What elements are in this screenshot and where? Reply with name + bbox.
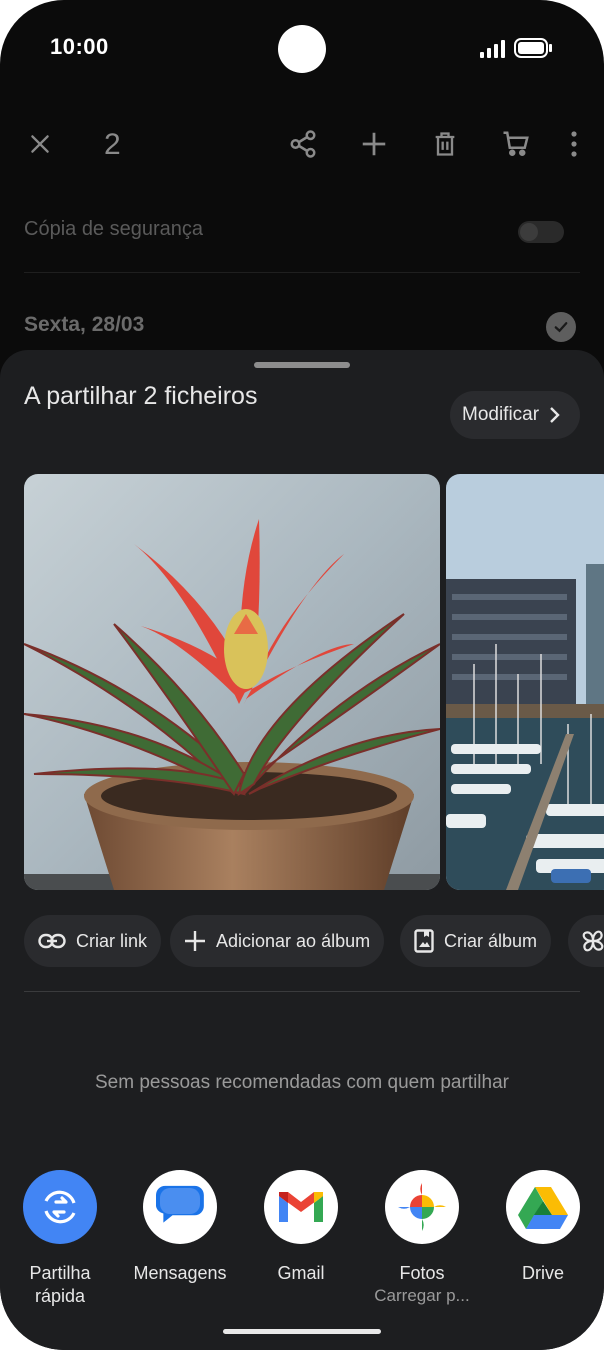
app-drive[interactable]: Drive <box>483 1170 603 1285</box>
app-label-gmail: Gmail <box>277 1263 325 1283</box>
trash-icon[interactable] <box>427 126 463 162</box>
date-header: Sexta, 28/03 <box>24 313 145 336</box>
messages-icon <box>143 1170 217 1244</box>
camera-cutout <box>278 25 326 73</box>
app-photos[interactable]: Fotos Carregar p... <box>362 1170 482 1307</box>
share-icon[interactable] <box>285 126 321 162</box>
app-messages[interactable]: Mensagens <box>120 1170 240 1285</box>
create-album-label: Criar álbum <box>444 930 538 951</box>
phone-screen: 10:00 2 Cópia de segurança Sexta, 28/03 … <box>0 0 604 1350</box>
selection-toolbar: 2 <box>0 108 604 180</box>
cart-icon[interactable] <box>498 126 534 162</box>
plus-icon <box>185 931 205 951</box>
app-label-messages: Mensagens <box>133 1263 227 1283</box>
status-bar: 10:00 <box>0 0 604 100</box>
link-icon <box>38 933 66 949</box>
gesture-nav-bar[interactable] <box>223 1329 381 1334</box>
quick-share-icon <box>23 1170 97 1244</box>
status-time: 10:00 <box>50 34 109 59</box>
add-to-album-chip[interactable]: Adicionar ao álbum <box>170 915 385 967</box>
more-options-icon[interactable] <box>556 126 592 162</box>
add-to-album-label: Adicionar ao álbum <box>216 930 371 951</box>
close-icon[interactable] <box>22 126 58 162</box>
album-icon <box>414 929 434 953</box>
pinwheel-chip[interactable] <box>568 915 604 967</box>
app-sub-photos: Carregar p... <box>374 1286 470 1305</box>
divider <box>24 272 580 273</box>
share-apps-row: Partilha rápida Mensagens Gmail Fotos Ca… <box>0 1170 604 1320</box>
app-gmail[interactable]: Gmail <box>241 1170 361 1285</box>
share-sheet: A partilhar 2 ficheiros Modificar Criar … <box>0 350 604 1350</box>
backup-label: Cópia de segurança <box>24 218 204 240</box>
gmail-icon <box>264 1170 338 1244</box>
selected-count: 2 <box>104 128 121 161</box>
create-link-label: Criar link <box>76 930 148 951</box>
photos-icon <box>385 1170 459 1244</box>
create-link-chip[interactable]: Criar link <box>24 915 162 967</box>
sheet-title: A partilhar 2 ficheiros <box>24 382 258 410</box>
drag-handle[interactable] <box>254 362 350 368</box>
divider <box>24 991 580 992</box>
photo-thumbnail-plant[interactable] <box>24 474 440 890</box>
app-label-photos: Fotos <box>399 1263 445 1283</box>
add-icon[interactable] <box>356 126 392 162</box>
app-label-drive: Drive <box>521 1263 564 1283</box>
app-label-quick-share: Partilha rápida <box>29 1263 91 1306</box>
signal-icon <box>480 40 505 58</box>
create-album-chip[interactable]: Criar álbum <box>400 915 552 967</box>
app-quick-share[interactable]: Partilha rápida <box>0 1170 120 1308</box>
no-recommendations-text: Sem pessoas recomendadas com quem partil… <box>95 1072 509 1093</box>
chevron-right-icon <box>550 407 560 423</box>
battery-icon <box>514 38 552 58</box>
drive-icon <box>506 1170 580 1244</box>
pinwheel-icon <box>582 930 604 952</box>
modify-label: Modificar <box>462 404 540 425</box>
photo-thumbnail-marina[interactable] <box>446 474 604 890</box>
backup-toggle[interactable] <box>518 221 564 243</box>
action-chips: Criar link Adicionar ao álbum Criar álbu… <box>24 915 604 967</box>
check-icon[interactable] <box>546 312 576 342</box>
modify-button[interactable]: Modificar <box>450 391 580 439</box>
